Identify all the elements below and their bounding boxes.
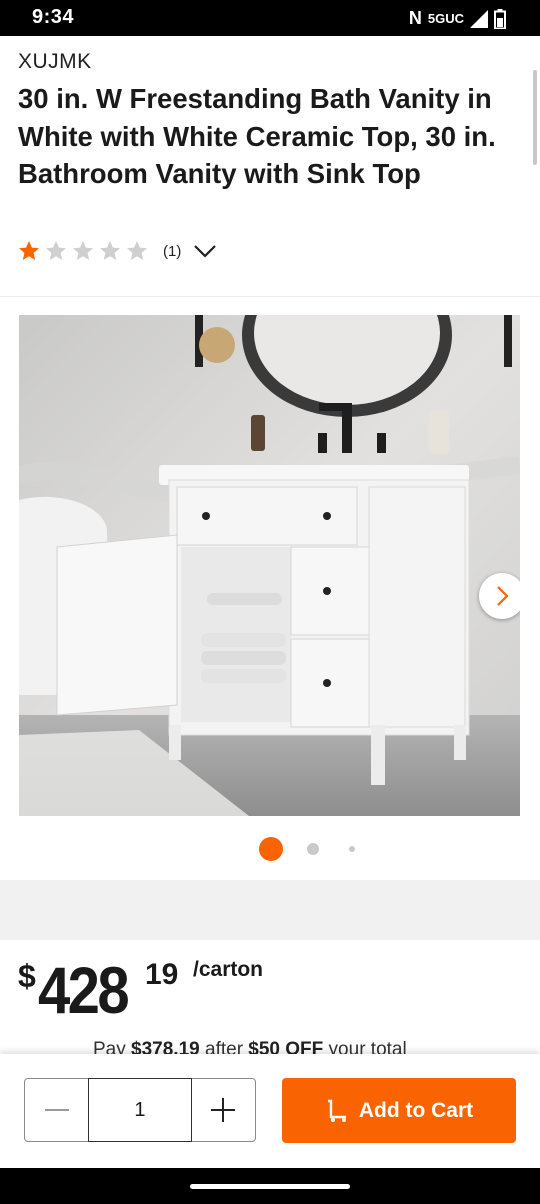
add-to-cart-label: Add to Cart (358, 1098, 474, 1122)
rating-summary[interactable]: (1) (18, 240, 217, 262)
scrollbar[interactable] (533, 70, 537, 165)
product-title: 30 in. W Freestanding Bath Vanity in Whi… (18, 83, 496, 189)
network-label: 5GUC (427, 11, 464, 26)
star-empty-icon (127, 241, 147, 260)
star-empty-icon (46, 241, 66, 260)
nfc-icon: N (408, 8, 422, 28)
image-gallery (0, 296, 540, 881)
product-image[interactable] (19, 315, 520, 816)
star-rating (18, 240, 153, 262)
minus-icon (44, 1109, 69, 1111)
battery-icon (494, 8, 506, 29)
pagination-dot[interactable] (307, 843, 319, 855)
price-section: $ 428 19 /carton Pay $378.19 after $50 O… (0, 940, 540, 1060)
quantity-input[interactable]: 1 (88, 1078, 192, 1142)
plus-icon (211, 1098, 236, 1122)
star-empty-icon (100, 241, 120, 260)
vanity-photo (19, 315, 520, 816)
cart-bar: 1 Add to Cart (0, 1054, 540, 1168)
price-cents: 19 (145, 958, 179, 991)
status-bar: 9:34 N 5GUC (0, 0, 540, 36)
increase-quantity-button[interactable] (192, 1079, 255, 1141)
review-count: (1) (163, 242, 182, 260)
signal-icon (470, 9, 488, 28)
status-time: 9:34 (32, 6, 75, 28)
price-unit: /carton (193, 958, 264, 981)
chevron-down-icon[interactable] (193, 243, 217, 259)
price-dollars: 428 (38, 953, 130, 1027)
pagination-dot-active[interactable] (259, 837, 283, 861)
home-indicator[interactable] (190, 1184, 350, 1189)
star-filled-icon (19, 241, 39, 260)
price-currency: $ (18, 958, 36, 994)
next-image-button[interactable] (479, 573, 520, 619)
brand-name[interactable]: XUJMK (18, 50, 92, 74)
star-empty-icon (73, 241, 93, 260)
system-nav-bar (0, 1168, 540, 1204)
section-divider (0, 880, 540, 940)
add-to-cart-button[interactable]: Add to Cart (282, 1078, 516, 1143)
gallery-pagination (0, 837, 540, 861)
pagination-dot[interactable] (349, 846, 355, 852)
chevron-right-icon (497, 586, 509, 606)
quantity-stepper: 1 (24, 1078, 256, 1142)
status-icons: N 5GUC (409, 8, 506, 29)
decrease-quantity-button[interactable] (25, 1079, 88, 1141)
cart-icon (327, 1099, 346, 1122)
